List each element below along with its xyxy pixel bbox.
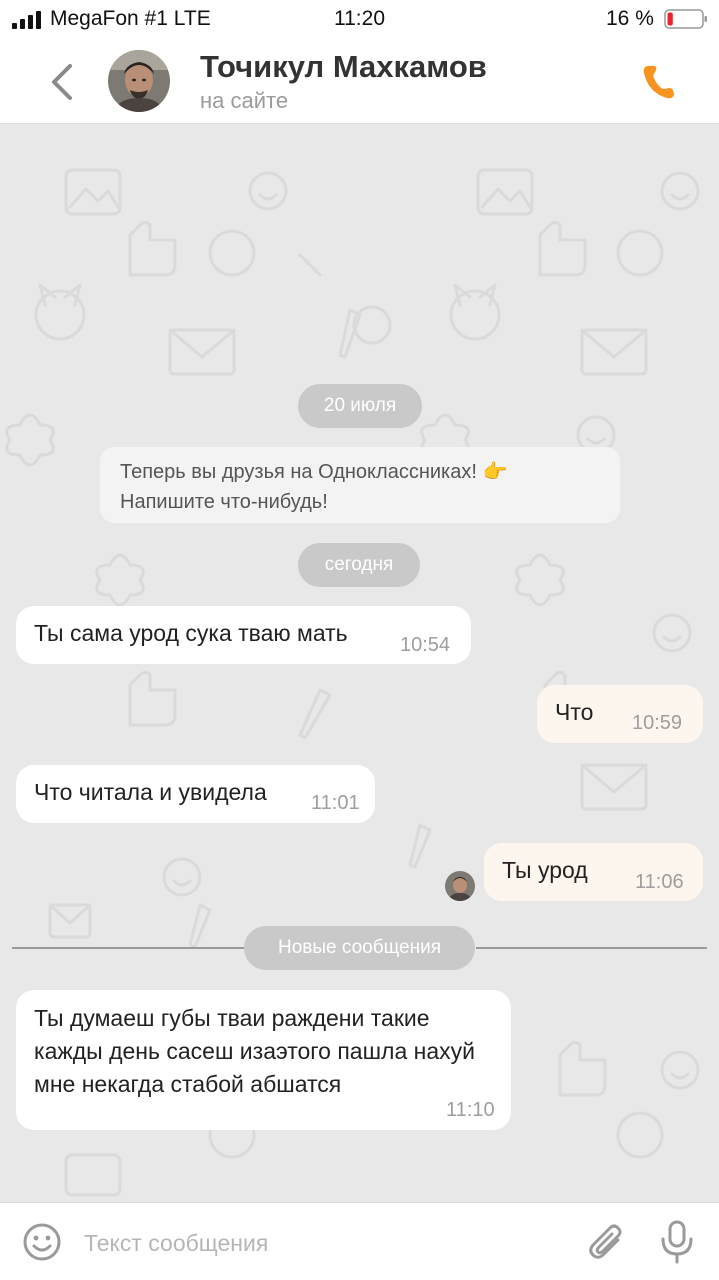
date-separator: 20 июля bbox=[298, 384, 422, 428]
message-text: Что читала и увидела bbox=[34, 779, 267, 805]
message-composer bbox=[0, 1202, 719, 1280]
message-input[interactable] bbox=[84, 1223, 564, 1263]
phone-call-icon[interactable] bbox=[640, 62, 676, 102]
contact-avatar[interactable] bbox=[108, 50, 170, 112]
chat-header: Точикул Махкамов на сайте bbox=[0, 38, 719, 124]
message-time: 10:59 bbox=[632, 712, 683, 734]
message-time: 10:54 bbox=[400, 634, 451, 656]
new-messages-divider-line bbox=[476, 947, 707, 949]
new-messages-divider-line bbox=[12, 947, 244, 949]
message-text: Ты урод bbox=[502, 857, 588, 883]
sender-avatar bbox=[445, 871, 475, 901]
chat-screen: MegaFon #1 LTE 11:20 16 % Точикул Махкам… bbox=[0, 0, 719, 1280]
system-notice: Теперь вы друзья на Одноклассниках! 👉 На… bbox=[100, 447, 620, 523]
outgoing-message[interactable]: Что 10:59 bbox=[537, 685, 703, 743]
new-messages-label: Новые сообщения bbox=[278, 937, 441, 958]
battery-icon bbox=[664, 9, 707, 29]
message-text: Что bbox=[555, 699, 594, 725]
message-time: 11:06 bbox=[635, 871, 684, 893]
outgoing-message[interactable]: Ты урод 11:06 bbox=[484, 843, 703, 901]
message-time: 11:01 bbox=[311, 792, 360, 814]
message-text: Ты сама урод сука тваю мать bbox=[34, 620, 348, 646]
incoming-message[interactable]: Ты думаеш губы тваи раждени такие кажды … bbox=[16, 990, 511, 1130]
date-separator-label: сегодня bbox=[324, 554, 394, 575]
incoming-message[interactable]: Ты сама урод сука тваю мать 10:54 bbox=[16, 606, 471, 664]
back-arrow-icon[interactable] bbox=[44, 60, 80, 104]
date-separator: сегодня bbox=[298, 543, 420, 587]
new-messages-divider: Новые сообщения bbox=[244, 926, 475, 970]
status-bar: MegaFon #1 LTE 11:20 16 % bbox=[0, 0, 719, 38]
incoming-message[interactable]: Что читала и увидела 11:01 bbox=[16, 765, 375, 823]
battery-percent: 16 % bbox=[606, 7, 654, 30]
message-time: 11:10 bbox=[446, 1099, 495, 1121]
microphone-icon[interactable] bbox=[658, 1219, 696, 1265]
message-list[interactable]: 20 июля Теперь вы друзья на Одноклассник… bbox=[0, 125, 719, 1202]
system-notice-line2: Напишите что-нибудь! bbox=[120, 491, 328, 513]
contact-online-status: на сайте bbox=[200, 88, 289, 113]
date-separator-label: 20 июля bbox=[323, 395, 397, 416]
contact-name[interactable]: Точикул Махкамов bbox=[200, 49, 487, 85]
message-text: Ты думаеш губы тваи раждени такие кажды … bbox=[34, 1005, 475, 1097]
system-notice-line1: Теперь вы друзья на Одноклассниках! 👉 bbox=[120, 461, 508, 483]
paperclip-icon[interactable] bbox=[588, 1222, 626, 1264]
smiley-icon[interactable] bbox=[22, 1222, 62, 1262]
